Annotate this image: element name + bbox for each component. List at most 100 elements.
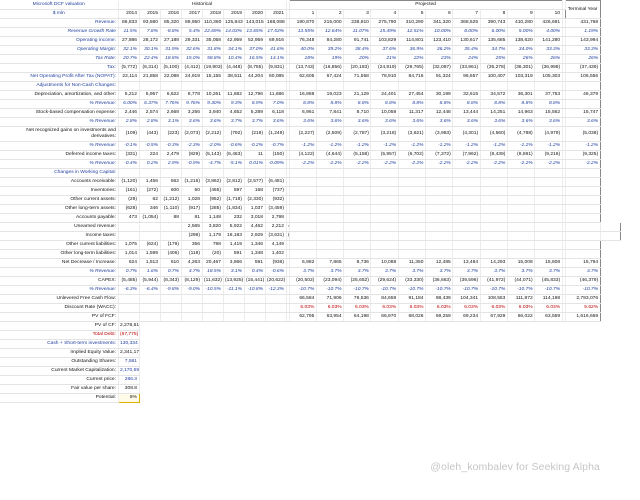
historical-value: 29,331 [181, 36, 203, 46]
historical-value: 591 [223, 249, 245, 259]
projected-value [370, 81, 399, 91]
projected-value: 84,280 [316, 36, 345, 46]
terminal-value: (46,379) [564, 276, 601, 286]
historical-value: 17.53% [265, 27, 287, 37]
projected-value: (33,330) [398, 276, 426, 286]
empty-cell [244, 322, 265, 331]
historical-value: (465) [202, 186, 224, 196]
empty-cell [160, 376, 181, 385]
historical-value: 1,419 [223, 240, 245, 250]
projected-value: 6.03% [452, 303, 481, 313]
empty-cell [244, 367, 265, 376]
row-label: % Revenue: [0, 267, 119, 277]
projected-value: -2.2% [288, 159, 317, 169]
projected-value: (2,509) [316, 126, 345, 142]
projected-value: (7,372) [425, 150, 454, 160]
empty-cell [480, 322, 507, 331]
historical-value: 5,922 [223, 222, 245, 232]
terminal-value [564, 81, 601, 91]
historical-value [139, 312, 161, 322]
historical-value: 3.7% [244, 117, 266, 127]
projected-value: 3.7% [343, 267, 372, 277]
projected-value [316, 213, 345, 223]
row-label: Other long-term assets: [0, 204, 119, 214]
empty-cell [316, 385, 343, 394]
terminal-year-header: Terminal Year [564, 0, 601, 19]
historical-value: 1,599 [139, 249, 161, 259]
projected-value: 426,691 [534, 18, 563, 28]
historical-value: 42,959 [223, 36, 245, 46]
empty-cell [223, 394, 244, 403]
empty-cell [316, 367, 343, 376]
historical-value: 600 [160, 186, 182, 196]
historical-value: 597 [223, 186, 245, 196]
empty-cell [265, 331, 286, 340]
projected-year-header: 2 [316, 9, 345, 19]
empty-cell [344, 340, 371, 349]
projected-value: 91,324 [425, 72, 454, 82]
projected-value [288, 240, 317, 250]
projected-value: -1.2% [425, 141, 454, 151]
historical-value: 0.4% [244, 267, 266, 277]
empty-cell [202, 394, 223, 403]
row-label: Unearned revenue: [0, 222, 119, 232]
projected-value: (4,560) [480, 126, 508, 142]
projected-year-header: 1 [288, 9, 317, 19]
empty-cell [600, 331, 620, 340]
projected-value [398, 177, 426, 187]
historical-value: (3,862) [202, 177, 224, 187]
projected-value: 104,341 [452, 294, 481, 304]
projected-value: (20,183) [343, 63, 372, 73]
historical-value: 2,668 [160, 108, 182, 118]
projected-value: 3.7% [398, 267, 426, 277]
projected-value: 6.03% [425, 303, 454, 313]
projected-value [316, 195, 345, 205]
terminal-value: (37,439) [564, 63, 601, 73]
projected-value: 8.8% [452, 99, 481, 109]
empty-cell [344, 349, 371, 358]
empty-cell [453, 358, 480, 367]
historical-value: 6.37% [139, 99, 161, 109]
projected-value: (39,596) [452, 276, 481, 286]
row-label: % Revenue: [0, 117, 119, 127]
empty-cell [139, 358, 160, 367]
row-label: Tax Rate: [0, 54, 119, 64]
projected-value: 15,008 [507, 258, 536, 268]
empty-cell [344, 376, 371, 385]
historical-value [223, 168, 245, 178]
empty-cell [565, 358, 600, 367]
projected-value: 141,280 [534, 36, 563, 46]
historical-value: 3.6% [202, 117, 224, 127]
empty-cell [181, 349, 202, 358]
historical-value: 4,149 [265, 240, 287, 250]
historical-value [265, 168, 287, 178]
historical-value [160, 168, 182, 178]
table-row: PV of FCF: 62,795 63,954 64,198 66,970 68,026… [0, 312, 640, 322]
projected-value: 76,348 [288, 36, 317, 46]
year-header: 2021 [265, 9, 287, 19]
projected-value: 36.9% [398, 45, 426, 55]
projected-value [343, 231, 372, 241]
summary-value: (67,775) [118, 330, 140, 340]
historical-value: (179) [160, 240, 182, 250]
projected-value: 36.2% [425, 45, 454, 55]
empty-cell [600, 367, 620, 376]
historical-value [265, 312, 287, 322]
empty-cell [316, 349, 343, 358]
historical-value: 18.5% [202, 267, 224, 277]
projected-value: 27,454 [398, 90, 426, 100]
empty-cell [620, 322, 640, 331]
projected-value: -2.2% [452, 159, 481, 169]
summary-row: Outstanding Shares: 7,581 [0, 357, 640, 367]
empty-cell [139, 340, 160, 349]
projected-value: 10.00% [425, 27, 454, 37]
row-label: Inventories: [0, 186, 119, 196]
historical-value: 20,467 [202, 258, 224, 268]
summary-row: Current price: 286.3 [0, 375, 640, 385]
historical-value: (20) [202, 249, 224, 259]
projected-value: 15,608 [534, 258, 563, 268]
projected-value: 13.55% [288, 27, 317, 37]
projected-value: (4,122) [288, 150, 317, 160]
historical-value: (272) [139, 186, 161, 196]
projected-value: 105,303 [534, 72, 563, 82]
